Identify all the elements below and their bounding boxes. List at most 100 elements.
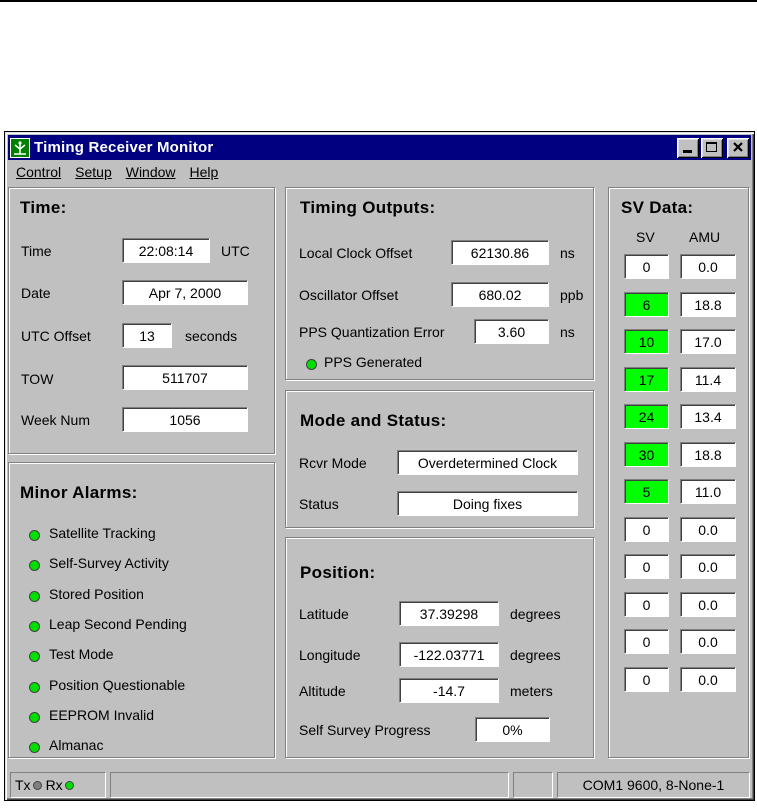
page-top-rule: [0, 0, 757, 2]
window-title: Timing Receiver Monitor: [34, 139, 214, 156]
tx-led: [32, 780, 42, 790]
sv-amu-field[interactable]: 11.4: [680, 367, 736, 392]
rcvr-mode-field[interactable]: Overdetermined Clock: [397, 450, 578, 475]
status-field[interactable]: Doing fixes: [397, 491, 578, 516]
timing-outputs-group: Timing Outputs: Local Clock Offset 62130…: [285, 187, 594, 380]
sv-amu-field[interactable]: 0.0: [680, 629, 736, 654]
menu-window-label: Window: [125, 164, 176, 180]
week-num-field[interactable]: 1056: [122, 407, 248, 432]
pps-quantization-error-unit: ns: [560, 324, 575, 340]
maximize-icon: [706, 141, 717, 152]
menu-help-label: Help: [189, 164, 219, 180]
sv-amu-field[interactable]: 11.0: [680, 479, 736, 504]
alarm-led: [29, 742, 40, 753]
pps-quantization-error-label: PPS Quantization Error: [299, 324, 445, 340]
com-port-panel: COM1 9600, 8-None-1: [557, 772, 750, 798]
main-window: Timing Receiver Monitor Control Setup Wi…: [4, 131, 755, 801]
menu-control-label: Control: [16, 164, 62, 180]
sv-number-field[interactable]: 6: [624, 292, 669, 317]
self-survey-progress-label: Self Survey Progress: [299, 722, 431, 738]
time-label: Time: [21, 243, 52, 259]
altitude-unit: meters: [510, 683, 553, 699]
minor-alarms-group: Minor Alarms: Satellite Tracking Self-Sur…: [8, 462, 275, 758]
sv-amu-field[interactable]: 17.0: [680, 329, 736, 354]
sv-column-header: SV: [636, 229, 655, 245]
sv-number-field[interactable]: 10: [624, 329, 669, 354]
sv-number-field[interactable]: 0: [624, 554, 669, 579]
alarm-label: Stored Position: [49, 586, 144, 602]
pps-generated-label: PPS Generated: [324, 354, 423, 370]
oscillator-offset-unit: ppb: [560, 287, 584, 303]
menu-setup[interactable]: Setup: [68, 164, 119, 180]
mode-status-title: Mode and Status:: [300, 411, 447, 430]
date-field[interactable]: Apr 7, 2000: [122, 280, 248, 305]
time-group: Time: Time 22:08:14 UTC Date Apr 7, 2000…: [8, 187, 275, 454]
sv-amu-field[interactable]: 0.0: [680, 554, 736, 579]
menu-control[interactable]: Control: [9, 164, 68, 180]
local-clock-offset-field[interactable]: 62130.86: [451, 240, 549, 265]
sv-number-field[interactable]: 5: [624, 479, 669, 504]
longitude-field[interactable]: -122.03771: [399, 642, 499, 667]
tow-label: TOW: [21, 371, 54, 387]
utc-offset-unit: seconds: [185, 328, 238, 344]
self-survey-progress-field[interactable]: 0%: [475, 717, 550, 742]
minimize-button[interactable]: [677, 137, 699, 158]
time-group-title: Time:: [20, 198, 67, 217]
status-empty-panel: [513, 772, 553, 798]
rx-label: Rx: [45, 777, 63, 793]
alarm-led: [29, 591, 40, 602]
latitude-unit: degrees: [510, 606, 561, 622]
utc-offset-field[interactable]: 13: [122, 323, 172, 348]
timing-outputs-title: Timing Outputs:: [300, 198, 436, 217]
alarm-label: EEPROM Invalid: [49, 707, 155, 723]
latitude-field[interactable]: 37.39298: [399, 601, 499, 626]
tow-field[interactable]: 511707: [122, 365, 248, 390]
pps-quantization-error-field[interactable]: 3.60: [474, 319, 549, 344]
time-field[interactable]: 22:08:14: [122, 238, 210, 263]
altitude-field[interactable]: -14.7: [399, 678, 499, 703]
alarm-led: [29, 682, 40, 693]
status-bar: Tx Rx COM1 9600, 8-None-1: [8, 772, 751, 798]
maximize-button[interactable]: [701, 137, 723, 158]
sv-number-field[interactable]: 0: [624, 254, 669, 279]
title-bar[interactable]: Timing Receiver Monitor: [8, 135, 751, 160]
close-button[interactable]: [727, 137, 749, 158]
alarm-label: Satellite Tracking: [49, 525, 156, 541]
sv-amu-field[interactable]: 0.0: [680, 667, 736, 692]
mode-status-group: Mode and Status: Rcvr Mode Overdetermine…: [285, 390, 594, 528]
app-antenna-icon[interactable]: [10, 137, 30, 158]
menu-window[interactable]: Window: [119, 164, 183, 180]
position-title: Position:: [300, 563, 376, 582]
sv-number-field[interactable]: 0: [624, 517, 669, 542]
sv-amu-field[interactable]: 0.0: [680, 517, 736, 542]
sv-amu-field[interactable]: 18.8: [680, 292, 736, 317]
alarm-label: Position Questionable: [49, 677, 186, 693]
sv-amu-field[interactable]: 0.0: [680, 592, 736, 617]
sv-amu-field[interactable]: 13.4: [680, 404, 736, 429]
local-clock-offset-unit: ns: [560, 245, 575, 261]
latitude-label: Latitude: [299, 606, 349, 622]
minimize-icon: [683, 149, 692, 153]
sv-number-field[interactable]: 17: [624, 367, 669, 392]
alarm-led: [29, 560, 40, 571]
oscillator-offset-field[interactable]: 680.02: [451, 282, 549, 307]
sv-number-field[interactable]: 30: [624, 442, 669, 467]
sv-data-group: SV Data: SV AMU 0 0.0 6 18.8 10 17.0 17 11.4 24 1…: [608, 187, 749, 758]
menu-setup-label: Setup: [75, 164, 112, 180]
sv-number-field[interactable]: 0: [624, 592, 669, 617]
menu-help[interactable]: Help: [183, 164, 226, 180]
sv-amu-field[interactable]: 0.0: [680, 254, 736, 279]
amu-column-header: AMU: [689, 229, 721, 245]
rcvr-mode-label: Rcvr Mode: [299, 455, 367, 471]
alarm-led: [29, 712, 40, 723]
alarm-led: [29, 651, 40, 662]
week-num-label: Week Num: [21, 412, 90, 428]
status-message-panel: [110, 772, 509, 798]
sv-number-field[interactable]: 0: [624, 629, 669, 654]
time-unit: UTC: [221, 243, 250, 259]
alarm-led: [29, 621, 40, 632]
sv-amu-field[interactable]: 18.8: [680, 442, 736, 467]
sv-number-field[interactable]: 24: [624, 404, 669, 429]
sv-number-field[interactable]: 0: [624, 667, 669, 692]
date-label: Date: [21, 285, 51, 301]
